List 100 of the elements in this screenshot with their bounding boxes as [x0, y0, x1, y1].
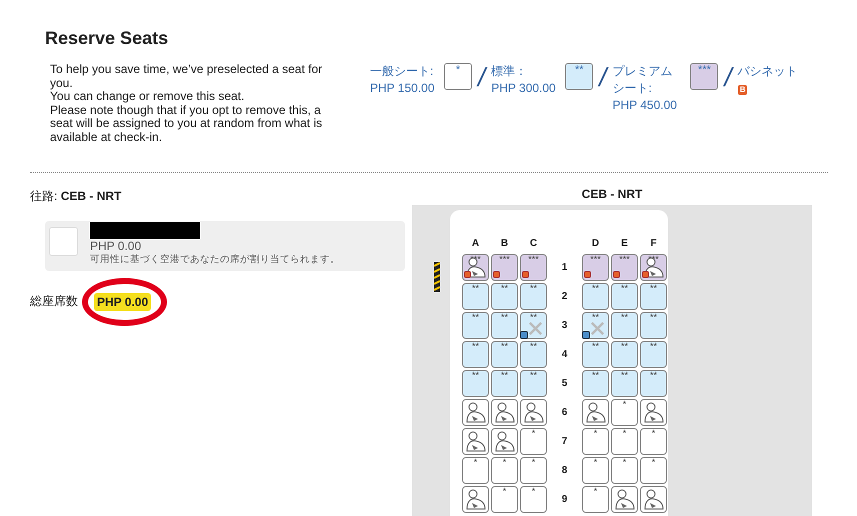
passenger-icon [493, 401, 516, 424]
seat[interactable]: ** [462, 283, 489, 310]
row-number: 2 [560, 291, 568, 302]
seat[interactable]: *** [520, 254, 547, 281]
column-label: E [620, 238, 629, 251]
seat[interactable]: ** [611, 341, 638, 368]
seat[interactable]: ** [520, 370, 547, 397]
seat[interactable]: ** [640, 283, 667, 310]
seat[interactable]: ** [582, 341, 609, 368]
seat-swatch: *** [690, 63, 718, 90]
seat[interactable] [611, 486, 638, 513]
separator: / [724, 65, 732, 89]
column-label: B [500, 238, 510, 251]
legend-label: プレミアムシート: PHP 450.00 [612, 63, 678, 114]
seat[interactable] [640, 399, 667, 426]
seat[interactable] [462, 486, 489, 513]
seat[interactable] [462, 428, 489, 455]
bassinet-icon [584, 271, 591, 278]
seat[interactable]: ** [462, 370, 489, 397]
row-number: 8 [560, 465, 568, 476]
seat-class-label: ** [500, 284, 508, 293]
row-number: 3 [560, 320, 568, 331]
row-number: 4 [560, 349, 568, 360]
row-number: 7 [560, 436, 568, 447]
seat-swatch: * [444, 63, 472, 90]
seat[interactable]: ** [582, 370, 609, 397]
seat-class-label: *** [499, 255, 510, 264]
seat-class-label: * [594, 487, 598, 496]
seat-class-label: * [532, 487, 536, 496]
seat[interactable]: ** [462, 341, 489, 368]
seat[interactable] [582, 399, 609, 426]
seat[interactable]: ** [491, 370, 518, 397]
seat-class-label: * [532, 429, 536, 438]
seat-map-title: CEB - NRT [580, 187, 644, 201]
seat[interactable]: ** [640, 341, 667, 368]
seat[interactable]: * [491, 457, 518, 484]
total-label: 総座席数 [30, 293, 78, 310]
row-number: 6 [560, 407, 568, 418]
seat[interactable]: * [520, 486, 547, 513]
seat-class-label: ** [472, 313, 479, 322]
seat[interactable] [462, 399, 489, 426]
seat[interactable]: ** [491, 312, 518, 339]
seat[interactable]: ** [520, 341, 547, 368]
passenger-icon [493, 430, 516, 453]
legend-label: 標準： PHP 300.00 [491, 63, 556, 97]
seat[interactable]: * [611, 428, 638, 455]
seat[interactable]: *** [491, 254, 518, 281]
seat-class-label: ** [620, 313, 628, 322]
seat[interactable]: ** [462, 312, 489, 339]
seat[interactable]: ** [520, 283, 547, 310]
seat[interactable]: ** [582, 283, 609, 310]
seat[interactable]: * [582, 457, 609, 484]
exit-marker-icon [434, 262, 440, 292]
intro-text: To help you save time, we’ve preselected a seat for you. You can change or remove this seat. Please note though that if you opt to remove this, a seat will be assigned to you at random from what is available at check-in. [50, 63, 324, 146]
total-price: PHP 0.00 [94, 292, 152, 310]
legend-label: バシネット B [738, 63, 799, 97]
bassinet-icon [642, 271, 649, 278]
seat[interactable]: ** [520, 312, 547, 339]
seat[interactable]: ** [640, 370, 667, 397]
seat[interactable]: ** [611, 283, 638, 310]
seat[interactable]: * [520, 457, 547, 484]
seat[interactable]: * [582, 486, 609, 513]
seat[interactable] [491, 399, 518, 426]
passenger-price: PHP 0.00 [90, 239, 142, 253]
seat[interactable] [491, 428, 518, 455]
row-number: 5 [560, 378, 568, 389]
seat-class-label: ** [650, 371, 657, 380]
seat[interactable]: * [611, 457, 638, 484]
cross-icon [591, 322, 604, 335]
seat[interactable] [640, 486, 667, 513]
seat[interactable]: * [520, 428, 547, 455]
seat[interactable]: *** [611, 254, 638, 281]
seat[interactable]: ** [582, 312, 609, 339]
assignment-note: 可用性に基づく空港であなたの席が割り当てられます。 [90, 253, 340, 266]
passenger-icon [642, 488, 665, 511]
seat[interactable]: *** [582, 254, 609, 281]
bassinet-icon [493, 271, 500, 278]
column-label: D [590, 238, 600, 251]
seat[interactable]: ** [611, 312, 638, 339]
seat[interactable]: ** [611, 370, 638, 397]
seat[interactable]: ** [491, 283, 518, 310]
seat[interactable]: * [640, 457, 667, 484]
passenger-icon [642, 401, 665, 424]
seat-class-label: ** [530, 313, 537, 322]
seat[interactable]: * [491, 486, 518, 513]
seat[interactable]: ** [640, 312, 667, 339]
seat[interactable] [520, 399, 547, 426]
seat-class-label: * [502, 487, 506, 496]
seat-class-label: ** [620, 342, 628, 351]
accessible-icon [582, 331, 590, 339]
seat-class-label: * [652, 458, 656, 467]
seat[interactable]: ** [491, 341, 518, 368]
seat[interactable]: * [640, 428, 667, 455]
seat-class-label: ** [530, 371, 537, 380]
seat[interactable]: * [582, 428, 609, 455]
seat[interactable]: * [462, 457, 489, 484]
seat-class-label: ** [592, 313, 599, 322]
seat[interactable]: * [611, 399, 638, 426]
passenger-icon [613, 488, 636, 511]
seat-thumbnail [49, 227, 78, 256]
